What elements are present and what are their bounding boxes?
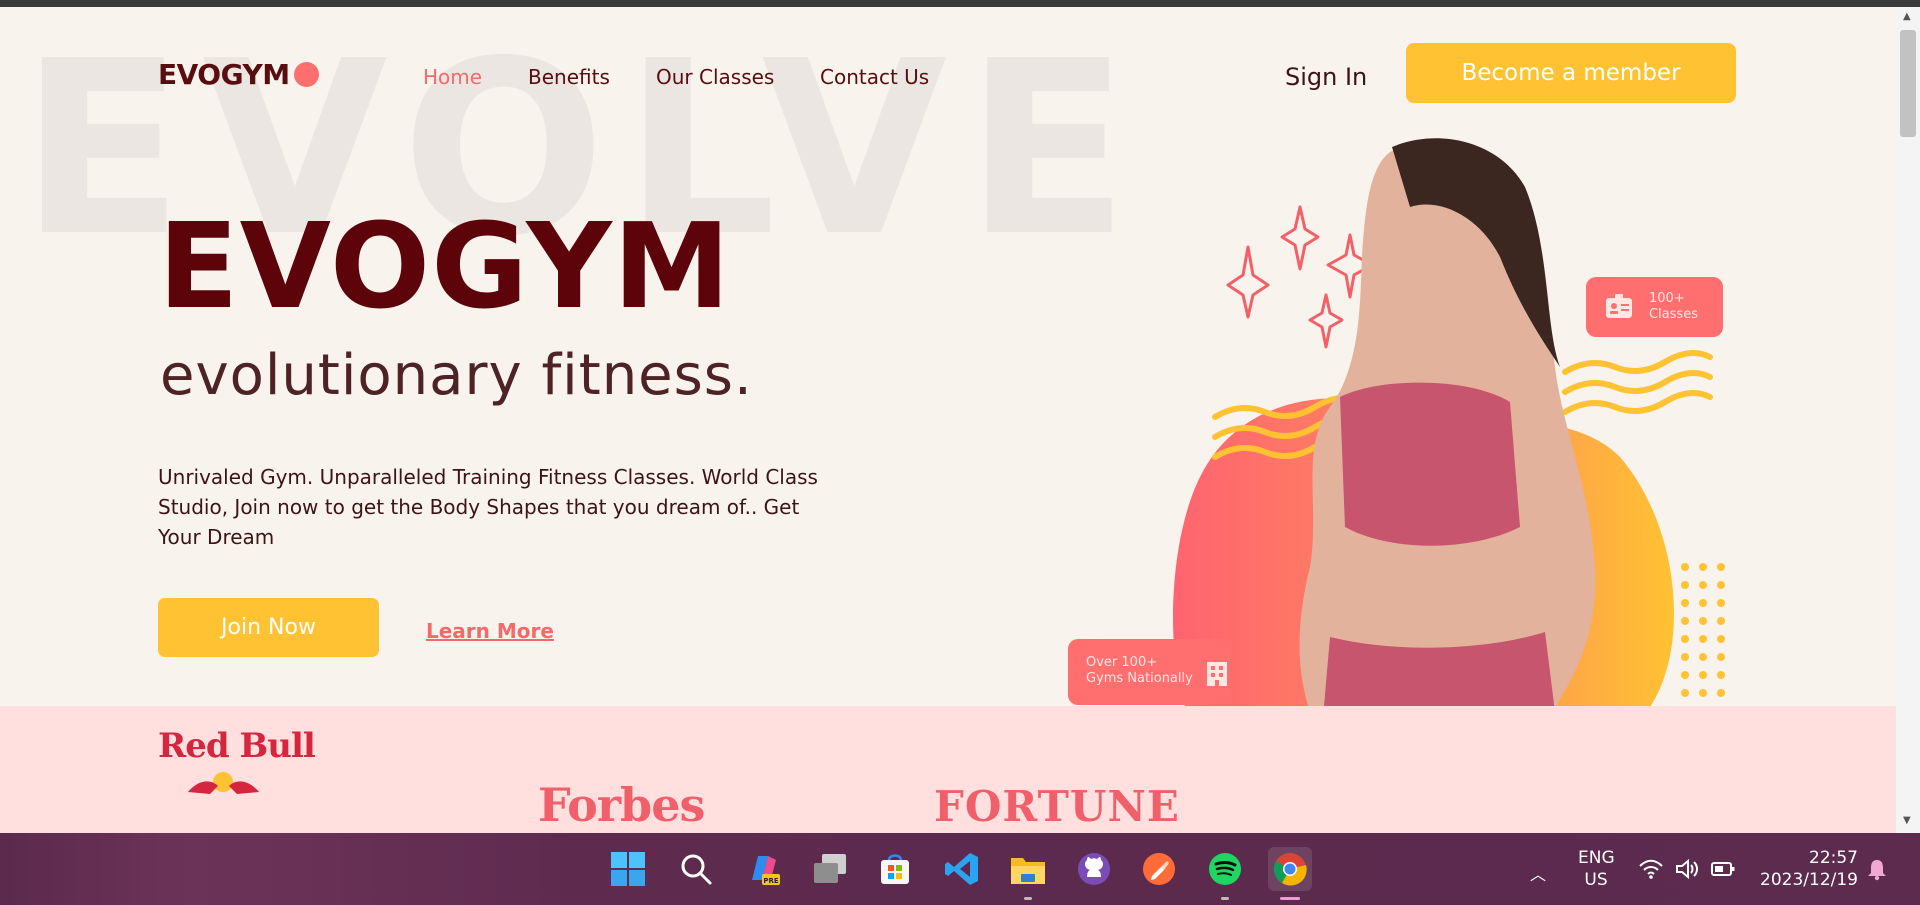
building-icon — [1207, 662, 1227, 686]
sponsors-strip: Red Bull Forbes FORTUNE — [0, 706, 1896, 833]
sponsor-forbes-logo: Forbes — [538, 778, 705, 832]
hero-description: Unrivaled Gym. Unparalleled Training Fit… — [158, 465, 818, 549]
taskbar-clock[interactable]: 22:57 2023/12/19 — [1758, 847, 1858, 891]
logo-dot-icon — [293, 62, 319, 87]
woman-figure — [1299, 138, 1596, 752]
scroll-down-arrow-icon[interactable]: ▼ — [1903, 815, 1911, 826]
site-logo[interactable]: EVOGYM — [158, 58, 319, 91]
redbull-bulls-icon — [188, 772, 259, 794]
id-card-icon — [1606, 294, 1632, 318]
task-view-icon[interactable] — [808, 847, 852, 891]
spotify-running-indicator — [1221, 897, 1229, 900]
input-language[interactable]: ENG US — [1578, 847, 1615, 891]
lang-line1: ENG — [1578, 848, 1615, 868]
volume-icon[interactable] — [1674, 857, 1700, 881]
chrome-icon[interactable] — [1268, 847, 1312, 900]
classes-badge-line2: Classes — [1649, 307, 1698, 322]
clock-time: 22:57 — [1809, 848, 1858, 868]
tray-chevron-up-icon[interactable]: ︿ — [1530, 861, 1546, 885]
logo-text: EVOGYM — [158, 58, 290, 91]
spotify-icon[interactable] — [1203, 847, 1247, 900]
clock-date: 2023/12/19 — [1760, 870, 1858, 890]
scroll-thumb[interactable] — [1900, 30, 1916, 137]
file-explorer-running-indicator — [1024, 897, 1032, 900]
lang-line2: US — [1584, 870, 1608, 890]
gyms-badge-line2: Gyms Nationally — [1086, 671, 1193, 686]
hero-subtitle: evolutionary fitness. — [160, 343, 753, 408]
microsoft-store-icon[interactable] — [873, 847, 917, 891]
postman-icon[interactable] — [1137, 847, 1181, 891]
file-explorer-icon[interactable] — [1006, 847, 1050, 900]
nav-benefits[interactable]: Benefits — [528, 65, 610, 89]
nav-home[interactable]: Home — [423, 65, 482, 89]
become-member-button[interactable]: Become a member — [1406, 43, 1736, 103]
gyms-badge: Over 100+ Gyms Nationally — [1068, 639, 1231, 705]
classes-badge-line1: 100+ — [1649, 291, 1685, 306]
vscode-icon[interactable] — [940, 847, 984, 891]
battery-icon[interactable] — [1710, 857, 1736, 881]
wifi-icon[interactable] — [1638, 857, 1664, 881]
gyms-badge-line1: Over 100+ — [1086, 655, 1158, 670]
sparkles — [1226, 205, 1374, 349]
windows-taskbar: PRE ︿ ENG US 22:57 2023/12/19 — [0, 833, 1920, 905]
hero-title: EVOGYM — [158, 197, 732, 335]
join-now-button[interactable]: Join Now — [158, 598, 379, 657]
copilot-icon[interactable]: PRE — [741, 847, 785, 891]
browser-viewport: EVOLVE EVOGYM Home Benefits Our Classes … — [0, 7, 1896, 833]
page-scrollbar[interactable]: ▲ ▼ — [1896, 7, 1920, 833]
windows-start-icon[interactable] — [606, 847, 650, 891]
sponsor-redbull-logo: Red Bull — [158, 726, 316, 766]
svg-text:PRE: PRE — [763, 877, 779, 885]
search-icon[interactable] — [674, 847, 718, 891]
window-top-strip — [0, 0, 1920, 7]
learn-more-link[interactable]: Learn More — [426, 619, 554, 643]
classes-badge: 100+ Classes — [1586, 277, 1723, 337]
scroll-up-arrow-icon[interactable]: ▲ — [1903, 11, 1911, 22]
nav-contact-us[interactable]: Contact Us — [820, 65, 929, 89]
hero-section: EVOLVE EVOGYM Home Benefits Our Classes … — [0, 7, 1896, 767]
nav-our-classes[interactable]: Our Classes — [656, 65, 774, 89]
sign-in-link[interactable]: Sign In — [1285, 63, 1367, 91]
chrome-active-indicator — [1280, 897, 1300, 900]
github-desktop-icon[interactable] — [1072, 847, 1116, 891]
notification-bell-icon[interactable] — [1866, 857, 1888, 881]
sponsor-fortune-logo: FORTUNE — [934, 782, 1180, 831]
